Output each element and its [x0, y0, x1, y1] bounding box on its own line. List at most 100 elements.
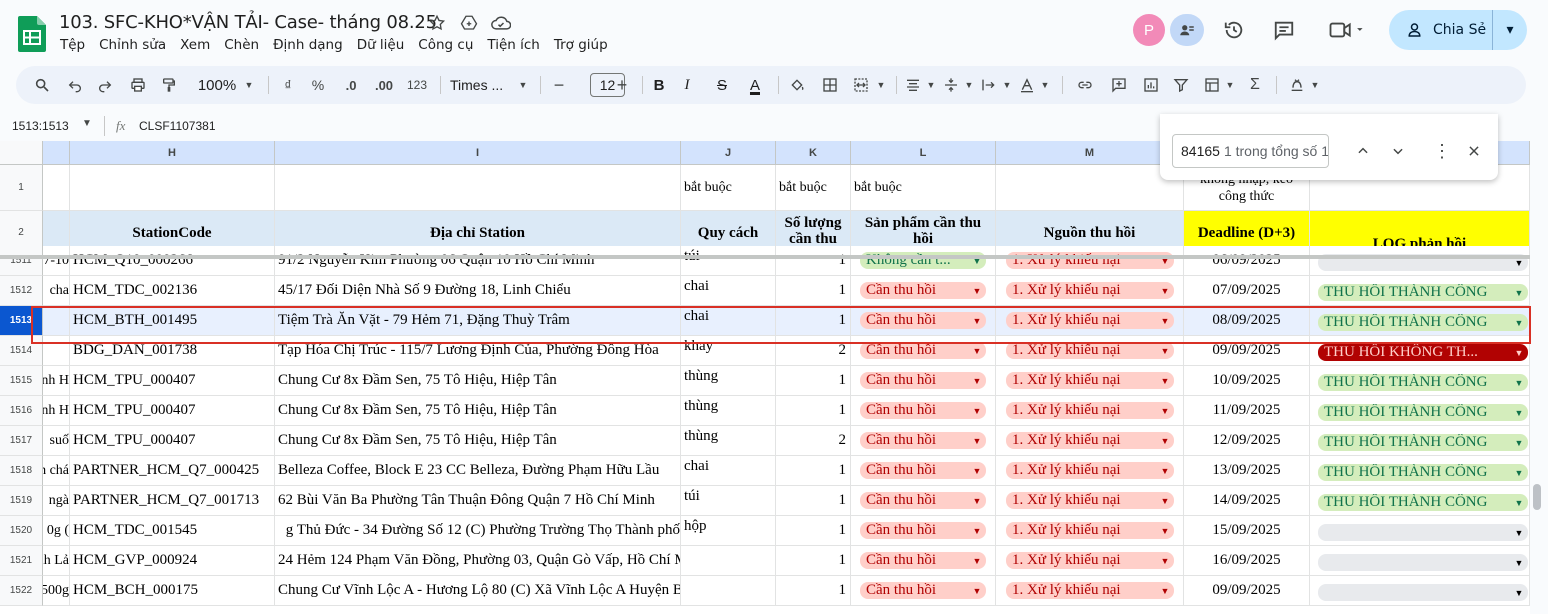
- column-header-h[interactable]: H: [70, 141, 275, 165]
- cell-col-g[interactable]: nh H: [43, 366, 70, 396]
- cell-spec[interactable]: chai: [681, 276, 776, 306]
- horizontal-align-icon[interactable]: [902, 66, 924, 104]
- star-icon[interactable]: [426, 12, 448, 34]
- cell-quantity[interactable]: 2: [776, 426, 851, 456]
- product-dropdown-chip[interactable]: Cần thu hồi ▼: [860, 462, 986, 479]
- paint-format-icon[interactable]: [157, 66, 181, 104]
- source-dropdown-chip[interactable]: 1. Xử lý khiếu nại ▼: [1006, 462, 1174, 479]
- comments-icon[interactable]: [1271, 17, 1297, 43]
- cell-spec[interactable]: [681, 546, 776, 576]
- search-menus-icon[interactable]: [30, 66, 54, 104]
- source-dropdown-chip[interactable]: 1. Xử lý khiếu nại ▼: [1006, 492, 1174, 509]
- menu-view[interactable]: Xem: [180, 37, 216, 53]
- print-icon[interactable]: [126, 66, 150, 104]
- log-dropdown-chip[interactable]: ▼: [1318, 584, 1528, 601]
- row-header[interactable]: 1515: [0, 366, 43, 396]
- cell-spec[interactable]: chai: [681, 456, 776, 486]
- log-dropdown-chip[interactable]: THU HỒI THÀNH CÔNG ▼: [1318, 494, 1528, 511]
- increase-decimal-button[interactable]: .00: [370, 66, 398, 104]
- cell-deadline[interactable]: 07/09/2025: [1184, 276, 1310, 306]
- insert-link-icon[interactable]: [1074, 66, 1096, 104]
- source-dropdown-chip[interactable]: 1. Xử lý khiếu nại ▼: [1006, 312, 1174, 329]
- rotation-dropdown-icon[interactable]: ▼: [1038, 66, 1052, 104]
- cell-station-address[interactable]: Chung Cư Vĩnh Lộc A - Hương Lộ 80 (C) Xã…: [275, 576, 681, 606]
- cell-spec[interactable]: khay: [681, 336, 776, 366]
- cell-quantity[interactable]: 1: [776, 516, 851, 546]
- currency-format-button[interactable]: ₫: [278, 66, 298, 104]
- cell-station-code[interactable]: HCM_Q10_000266: [70, 246, 275, 276]
- cell-col-g[interactable]: 7-10: [43, 246, 70, 276]
- row-header[interactable]: 1513: [0, 306, 43, 336]
- cell-station-address[interactable]: Tiệm Trà Ăn Vặt - 79 Hẻm 71, Đặng Thuỳ T…: [275, 306, 681, 336]
- cell-col-g[interactable]: [43, 306, 70, 336]
- source-dropdown-chip[interactable]: 1. Xử lý khiếu nại ▼: [1006, 402, 1174, 419]
- menu-tools[interactable]: Công cụ: [418, 37, 479, 53]
- source-dropdown-chip[interactable]: 1. Xử lý khiếu nại ▼: [1006, 282, 1174, 299]
- cell-station-code[interactable]: HCM_TPU_000407: [70, 396, 275, 426]
- column-header-i[interactable]: I: [275, 141, 681, 165]
- text-color-button[interactable]: A: [745, 66, 765, 104]
- cell-deadline[interactable]: 16/09/2025: [1184, 546, 1310, 576]
- meet-video-icon[interactable]: [1325, 17, 1369, 43]
- cell-station-address[interactable]: 62 Bùi Văn Ba Phường Tân Thuận Đông Quận…: [275, 486, 681, 516]
- filter-icon[interactable]: [1170, 66, 1192, 104]
- cell-station-address[interactable]: g Thủ Đức - 34 Đường Số 12 (C) Phường Tr…: [275, 516, 681, 546]
- text-wrapping-icon[interactable]: [978, 66, 1000, 104]
- cell-spec[interactable]: chai: [681, 306, 776, 336]
- cell-station-code[interactable]: HCM_TDC_001545: [70, 516, 275, 546]
- cell-station-address[interactable]: Chung Cư 8x Đầm Sen, 75 Tô Hiệu, Hiệp Tâ…: [275, 396, 681, 426]
- log-dropdown-chip[interactable]: THU HỒI KHÔNG TH... ▼: [1318, 344, 1528, 361]
- filter-views-dropdown-icon[interactable]: ▼: [1223, 66, 1237, 104]
- cell-station-address[interactable]: Tạp Hóa Chị Trúc - 115/7 Lương Định Của,…: [275, 336, 681, 366]
- document-title[interactable]: 103. SFC-KHO*VẬN TẢI- Case- tháng 08.25: [59, 12, 437, 33]
- row-header[interactable]: 1522: [0, 576, 43, 606]
- wrap-dropdown-icon[interactable]: ▼: [1000, 66, 1014, 104]
- share-button[interactable]: Chia Sẻ ▾: [1389, 10, 1527, 50]
- cell-deadline[interactable]: 09/09/2025: [1184, 576, 1310, 606]
- source-dropdown-chip[interactable]: 1. Xử lý khiếu nại ▼: [1006, 552, 1174, 569]
- log-dropdown-chip[interactable]: THU HỒI THÀNH CÔNG ▼: [1318, 464, 1528, 481]
- cell-spec[interactable]: thùng: [681, 426, 776, 456]
- header-cell-r1-m[interactable]: [996, 165, 1184, 211]
- source-dropdown-chip[interactable]: 1. Xử lý khiếu nại ▼: [1006, 342, 1174, 359]
- cell-deadline[interactable]: 14/09/2025: [1184, 486, 1310, 516]
- product-dropdown-chip[interactable]: Cần thu hồi ▼: [860, 492, 986, 509]
- source-dropdown-chip[interactable]: 1. Xử lý khiếu nại ▼: [1006, 372, 1174, 389]
- log-dropdown-chip[interactable]: THU HỒI THÀNH CÔNG ▼: [1318, 374, 1528, 391]
- cloud-saved-icon[interactable]: [490, 12, 512, 34]
- cell-station-code[interactable]: PARTNER_HCM_Q7_001713: [70, 486, 275, 516]
- strikethrough-button[interactable]: S: [712, 66, 732, 104]
- menu-data[interactable]: Dữ liệu: [357, 37, 411, 53]
- product-dropdown-chip[interactable]: Cần thu hồi ▼: [860, 372, 986, 389]
- product-dropdown-chip[interactable]: Cần thu hồi ▼: [860, 282, 986, 299]
- increase-font-size-button[interactable]: +: [613, 66, 631, 104]
- spreadsheet-grid[interactable]: HIJKLMNO1bắt buộcbắt buộcbắt buộckhông n…: [0, 141, 1530, 614]
- log-dropdown-chip[interactable]: THU HỒI THÀNH CÔNG ▼: [1318, 284, 1528, 301]
- cell-spec[interactable]: [681, 576, 776, 606]
- cell-deadline[interactable]: 06/09/2025: [1184, 246, 1310, 276]
- cell-quantity[interactable]: 1: [776, 276, 851, 306]
- find-next-icon[interactable]: [1385, 138, 1411, 164]
- cell-spec[interactable]: thùng: [681, 396, 776, 426]
- product-dropdown-chip[interactable]: Cần thu hồi ▼: [860, 552, 986, 569]
- cell-quantity[interactable]: 1: [776, 576, 851, 606]
- cell-deadline[interactable]: 12/09/2025: [1184, 426, 1310, 456]
- cell-col-g[interactable]: nh H: [43, 396, 70, 426]
- row-header[interactable]: 1514: [0, 336, 43, 366]
- font-family-select[interactable]: Times ...: [450, 66, 520, 104]
- log-dropdown-chip[interactable]: ▼: [1318, 524, 1528, 541]
- move-to-drive-icon[interactable]: [458, 12, 480, 34]
- cell-col-g[interactable]: cha: [43, 276, 70, 306]
- name-box[interactable]: 1513:1513: [12, 119, 69, 133]
- align-dropdown-icon[interactable]: ▼: [924, 66, 938, 104]
- fill-color-icon[interactable]: [786, 66, 808, 104]
- bold-button[interactable]: B: [649, 66, 669, 104]
- row-header[interactable]: 1518: [0, 456, 43, 486]
- product-dropdown-chip[interactable]: Cần thu hồi ▼: [860, 402, 986, 419]
- product-dropdown-chip[interactable]: Cần thu hồi ▼: [860, 522, 986, 539]
- filter-views-icon[interactable]: [1201, 66, 1223, 104]
- cell-spec[interactable]: túi: [681, 246, 776, 276]
- row-header[interactable]: 1521: [0, 546, 43, 576]
- source-dropdown-chip[interactable]: 1. Xử lý khiếu nại ▼: [1006, 432, 1174, 449]
- find-previous-icon[interactable]: [1350, 138, 1376, 164]
